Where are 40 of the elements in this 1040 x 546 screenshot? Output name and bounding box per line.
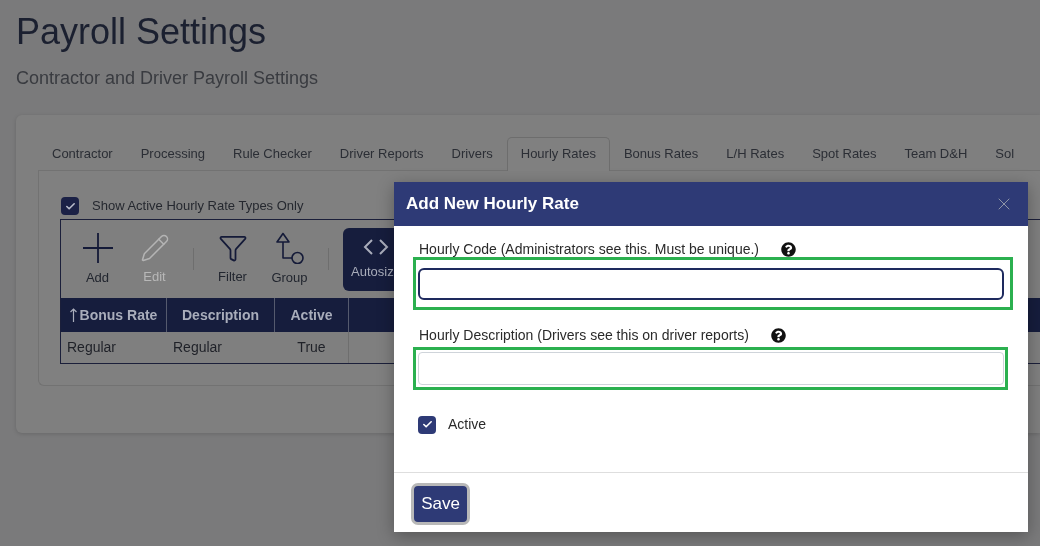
tab[interactable]: Contractor <box>38 137 127 171</box>
tab[interactable]: Hourly Rates <box>506 137 610 171</box>
tab[interactable]: Bonus Rates <box>609 137 713 171</box>
checkbox-label: Active <box>448 415 487 434</box>
column-header[interactable]: Bonus Rate <box>61 298 167 332</box>
page-title: Payroll Settings <box>16 10 267 54</box>
tab[interactable]: L/H Rates <box>712 137 799 171</box>
tab[interactable]: Spot Rates <box>798 137 891 171</box>
table-cell-text: Regular <box>172 338 224 357</box>
field-label: Hourly Description (Drivers see this on driver reports) <box>419 327 749 343</box>
sort-arrow-icon <box>69 308 77 322</box>
column-header[interactable]: Description <box>167 298 275 332</box>
table-cell-text: Regular <box>66 338 118 357</box>
pencil-icon <box>139 233 170 263</box>
page-subtitle: Contractor and Driver Payroll Settings <box>16 67 319 90</box>
checkbox-label: Show Active Hourly Rate Types Only <box>92 197 304 216</box>
tab[interactable]: Rule Checker <box>219 137 326 171</box>
code-chevrons-icon <box>363 238 389 256</box>
check-icon <box>421 419 433 430</box>
tab[interactable]: Processing <box>126 137 219 171</box>
tab[interactable]: Driver Reports <box>325 137 438 171</box>
table-cell: True <box>275 332 349 363</box>
group-button[interactable]: Group <box>261 232 318 286</box>
checkbox[interactable] <box>418 415 436 434</box>
help-icon[interactable] <box>781 241 797 257</box>
checkbox[interactable] <box>61 197 79 215</box>
tab[interactable]: Drivers <box>437 137 507 171</box>
filter-button[interactable]: Filter <box>204 233 261 285</box>
text-input[interactable] <box>418 268 1004 300</box>
funnel-icon <box>217 233 248 263</box>
plus-icon <box>81 232 114 264</box>
tab[interactable]: Sol <box>981 137 1029 171</box>
column-header[interactable]: Active <box>275 298 349 332</box>
dialog-title: Add New Hourly Rate <box>406 193 579 216</box>
save-button[interactable]: Save <box>411 483 470 525</box>
group-icon <box>274 232 305 264</box>
help-icon[interactable] <box>770 327 786 343</box>
tab[interactable]: Team D&H <box>890 137 982 171</box>
check-icon <box>64 200 76 212</box>
add-button[interactable]: Add <box>69 232 126 286</box>
